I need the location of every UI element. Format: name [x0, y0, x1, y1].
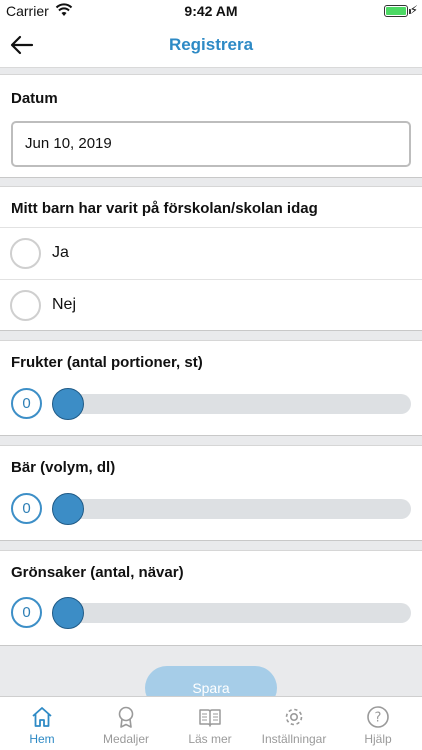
radio-ja[interactable] [10, 238, 41, 269]
date-card: Datum Jun 10, 2019 [0, 74, 422, 178]
option-nej[interactable]: Nej [0, 279, 422, 331]
berry-slider-thumb[interactable] [52, 493, 84, 525]
battery-icon [384, 5, 411, 17]
gear-icon [285, 708, 303, 726]
option-ja-label: Ja [52, 244, 69, 261]
fruit-label: Frukter (antal portioner, st) [11, 354, 203, 371]
home-icon [32, 707, 52, 727]
charging-icon: ⚡ [409, 3, 418, 17]
tab-hem[interactable]: Hem [0, 697, 84, 750]
attendance-card: Mitt barn har varit på förskolan/skolan … [0, 186, 422, 331]
vegetable-card: Grönsaker (antal, nävar) 0 [0, 550, 422, 646]
berry-value: 0 [11, 493, 42, 524]
fruit-card: Frukter (antal portioner, st) 0 [0, 340, 422, 436]
tab-medaljer[interactable]: Medaljer [84, 697, 168, 750]
radio-nej[interactable] [10, 290, 41, 321]
book-icon [199, 709, 221, 727]
option-nej-label: Nej [52, 296, 77, 313]
fruit-value: 0 [11, 388, 42, 419]
help-icon: ? [367, 706, 389, 728]
tab-las-mer-label: Läs mer [188, 732, 232, 746]
date-label: Datum [11, 90, 58, 107]
tab-hem-label: Hem [29, 732, 55, 746]
tab-installningar[interactable]: Inställningar [252, 697, 336, 750]
tab-bar: Hem Medaljer Läs mer Inställningar ? Hjä… [0, 696, 422, 750]
fruit-slider-thumb[interactable] [52, 388, 84, 420]
tab-medaljer-label: Medaljer [102, 732, 150, 746]
tab-hjalp-label: Hjälp [364, 732, 392, 746]
svg-text:?: ? [375, 711, 382, 726]
tab-installningar-label: Inställningar [261, 732, 327, 746]
vegetable-slider[interactable] [52, 597, 411, 629]
vegetable-label: Grönsaker (antal, nävar) [11, 564, 184, 581]
fruit-slider[interactable] [52, 388, 411, 420]
berry-card: Bär (volym, dl) 0 [0, 445, 422, 541]
date-field[interactable]: Jun 10, 2019 [11, 121, 411, 167]
medal-icon [118, 706, 134, 728]
berry-label: Bär (volym, dl) [11, 459, 116, 476]
berry-slider[interactable] [52, 493, 411, 525]
tab-las-mer[interactable]: Läs mer [168, 697, 252, 750]
page-title: Registrera [168, 35, 254, 54]
tab-hjalp[interactable]: ? Hjälp [336, 697, 420, 750]
attendance-question: Mitt barn har varit på förskolan/skolan … [11, 200, 318, 217]
vegetable-slider-thumb[interactable] [52, 597, 84, 629]
clock: 9:42 AM [184, 3, 238, 19]
nav-bar: Registrera [0, 22, 422, 68]
vegetable-value: 0 [11, 597, 42, 628]
status-bar: Carrier 9:42 AM ⚡ [0, 0, 422, 22]
option-ja[interactable]: Ja [0, 227, 422, 279]
